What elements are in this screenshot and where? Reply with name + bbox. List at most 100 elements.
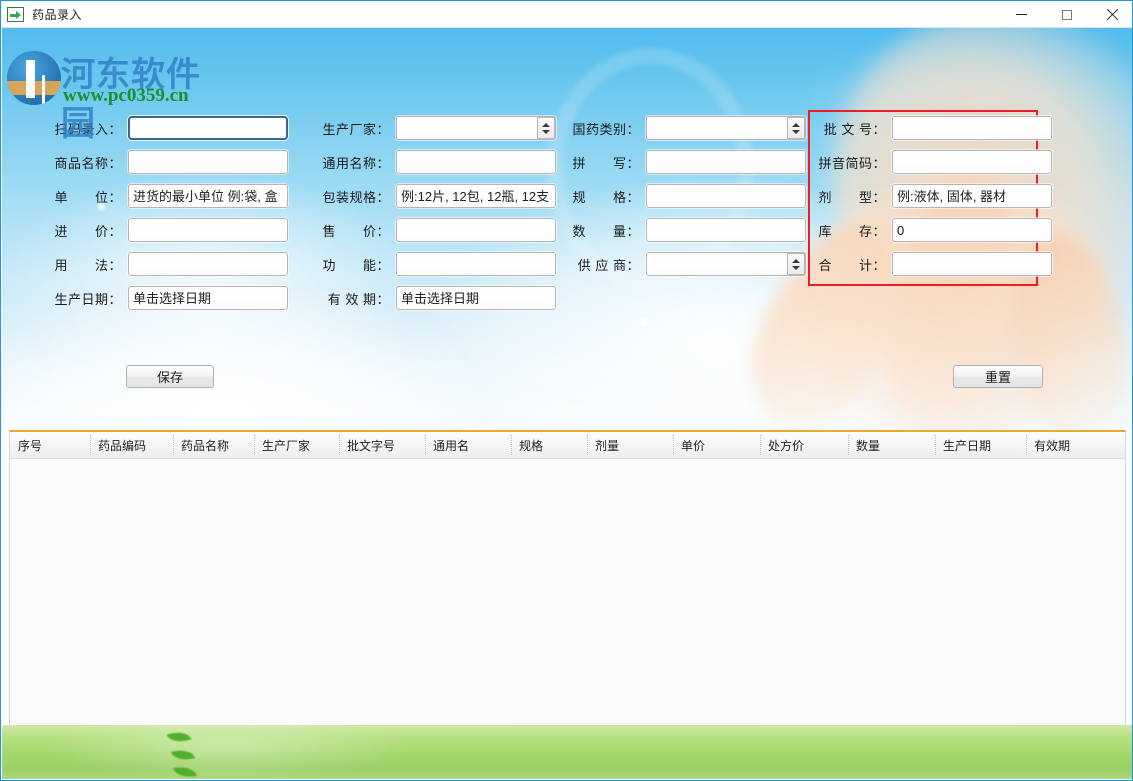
label-supplier: 供 应 商： (577, 257, 640, 273)
field-expiry-date: 有 效 期： (318, 286, 556, 310)
pinyin-code-input[interactable] (892, 150, 1052, 174)
table-body[interactable] (10, 459, 1125, 725)
scan-entry-input[interactable] (128, 116, 288, 140)
field-sale-price: 售 价： (318, 218, 556, 242)
close-icon (1106, 9, 1118, 21)
product-name-input[interactable] (128, 150, 288, 174)
unit-input[interactable] (128, 184, 288, 208)
window-controls (999, 1, 1132, 28)
form-panel: 河东软件园 www.pc0359.cn 扫码录入： 商品名称： 单 位： 进 价… (2, 28, 1132, 430)
generic-name-input[interactable] (396, 150, 556, 174)
leaf-icon (166, 727, 192, 747)
table-header-cell[interactable]: 规格 (511, 432, 587, 458)
table-header-cell[interactable]: 序号 (10, 432, 90, 458)
field-supplier: 供 应 商： (568, 252, 806, 276)
field-unit: 单 位： (50, 184, 288, 208)
save-button[interactable]: 保存 (126, 365, 214, 388)
sale-price-input[interactable] (396, 218, 556, 242)
package-spec-input[interactable] (396, 184, 556, 208)
maximize-button[interactable] (1044, 1, 1089, 28)
label-generic-name: 通用名称： (322, 155, 390, 171)
field-pinyin-code: 拼音简码： (818, 150, 1052, 174)
maximize-icon (1061, 9, 1072, 20)
production-date-input[interactable] (128, 286, 288, 310)
label-total: 合 计： (818, 257, 886, 273)
field-usage: 用 法： (50, 252, 288, 276)
table-header-cell[interactable]: 生产厂家 (254, 432, 339, 458)
field-total: 合 计： (818, 252, 1052, 276)
watermark-url: www.pc0359.cn (63, 85, 189, 106)
title-bar: 药品录入 (1, 1, 1132, 28)
label-purchase-price: 进 价： (54, 223, 122, 239)
minimize-button[interactable] (999, 1, 1044, 28)
background-hand-lower (768, 138, 1132, 430)
medicine-entry-window: 药品录入 河东软件园 www.pc0359.cn 扫码录入： 商品名称： 单 位… (0, 0, 1133, 781)
expiry-date-input[interactable] (396, 286, 556, 310)
supplier-spinner-icon[interactable] (787, 253, 805, 275)
field-dosage-form: 剂 型： (818, 184, 1052, 208)
green-arrow-icon (7, 6, 24, 22)
field-manufacturer: 生产厂家： (318, 116, 556, 140)
table-header-cell[interactable]: 处方价 (760, 432, 848, 458)
background-cloud (2, 290, 482, 430)
footer-grass (2, 725, 1132, 779)
field-stock: 库 存： (818, 218, 1052, 242)
label-package-spec: 包装规格： (322, 189, 390, 205)
field-specification: 规 格： (568, 184, 806, 208)
manufacturer-spinner-icon[interactable] (537, 117, 555, 139)
stock-input[interactable] (892, 218, 1052, 242)
field-drug-category: 国药类别： (568, 116, 806, 140)
drug-category-spinner-icon[interactable] (787, 117, 805, 139)
table-header-cell[interactable]: 药品编码 (90, 432, 173, 458)
approval-number-input[interactable] (892, 116, 1052, 140)
table-header-cell[interactable]: 通用名 (425, 432, 511, 458)
function-input[interactable] (396, 252, 556, 276)
purchase-price-input[interactable] (128, 218, 288, 242)
label-dosage-form: 剂 型： (818, 189, 886, 205)
table-header-cell[interactable]: 有效期 (1026, 432, 1125, 458)
label-stock: 库 存： (818, 223, 886, 239)
label-unit: 单 位： (54, 189, 122, 205)
quantity-input[interactable] (646, 218, 806, 242)
close-button[interactable] (1089, 1, 1132, 28)
minimize-icon (1016, 14, 1027, 15)
label-quantity: 数 量： (572, 223, 640, 239)
leaf-icon (170, 746, 196, 764)
label-specification: 规 格： (572, 189, 640, 205)
label-usage: 用 法： (54, 257, 122, 273)
spelling-input[interactable] (646, 150, 806, 174)
total-input[interactable] (892, 252, 1052, 276)
field-scan-entry: 扫码录入： (50, 116, 288, 140)
label-production-date: 生产日期： (54, 291, 122, 307)
label-function: 功 能： (322, 257, 390, 273)
table-header-cell[interactable]: 数量 (848, 432, 935, 458)
label-approval-number: 批 文 号： (823, 121, 886, 137)
table-header-row: 序号 药品编码 药品名称 生产厂家 批文字号 通用名 规格 剂量 单价 处方价 … (10, 432, 1125, 459)
dosage-form-input[interactable] (892, 184, 1052, 208)
table-header-cell[interactable]: 单价 (673, 432, 760, 458)
specification-input[interactable] (646, 184, 806, 208)
field-product-name: 商品名称： (50, 150, 288, 174)
manufacturer-input[interactable] (396, 116, 556, 140)
watermark: 河东软件园 www.pc0359.cn (5, 49, 215, 144)
label-expiry-date: 有 效 期： (327, 291, 390, 307)
reset-button[interactable]: 重置 (953, 365, 1043, 388)
table-header-cell[interactable]: 批文字号 (339, 432, 425, 458)
table-header-cell[interactable]: 剂量 (587, 432, 673, 458)
drug-category-input[interactable] (646, 116, 806, 140)
field-generic-name: 通用名称： (318, 150, 556, 174)
background-hand-upper (833, 28, 1132, 338)
table-header-cell[interactable]: 药品名称 (173, 432, 254, 458)
label-product-name: 商品名称： (54, 155, 122, 171)
label-spelling: 拼 写： (572, 155, 640, 171)
field-purchase-price: 进 价： (50, 218, 288, 242)
supplier-input[interactable] (646, 252, 806, 276)
label-scan-entry: 扫码录入： (54, 121, 122, 137)
label-sale-price: 售 价： (322, 223, 390, 239)
sparkle-2 (639, 318, 648, 327)
usage-input[interactable] (128, 252, 288, 276)
field-spelling: 拼 写： (568, 150, 806, 174)
field-approval-number: 批 文 号： (818, 116, 1052, 140)
window-title: 药品录入 (32, 7, 83, 22)
table-header-cell[interactable]: 生产日期 (935, 432, 1026, 458)
